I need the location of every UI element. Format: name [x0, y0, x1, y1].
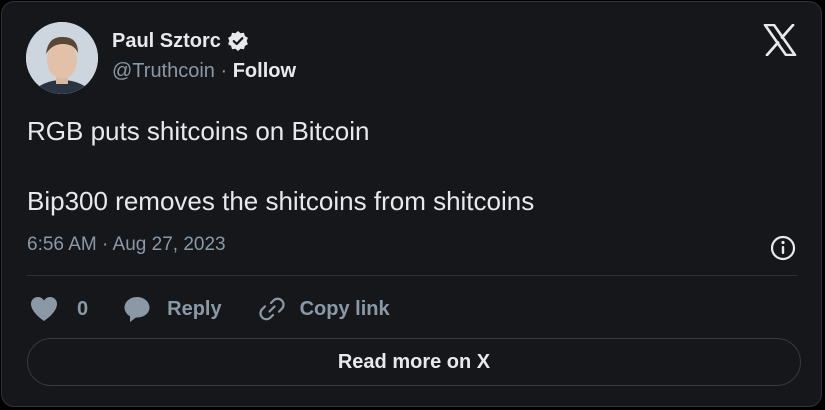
read-more-button[interactable]: Read more on X — [27, 338, 801, 386]
tweet-timestamp[interactable]: 6:56 AM · Aug 27, 2023 — [27, 233, 226, 257]
tweet-text: RGB puts shitcoins on Bitcoin Bip300 rem… — [27, 114, 534, 219]
like-button[interactable]: 0 — [29, 295, 88, 323]
reply-button[interactable]: Reply — [123, 295, 222, 323]
copy-link-label: Copy link — [299, 297, 390, 320]
tweet-card: Paul Sztorc @Truthcoin · Follow RGB puts… — [1, 1, 822, 407]
copy-link-button[interactable]: Copy link — [258, 295, 390, 323]
author-name[interactable]: Paul Sztorc — [112, 29, 221, 53]
like-count: 0 — [77, 297, 89, 320]
author-handle[interactable]: @Truthcoin — [112, 60, 215, 82]
reply-bubble-icon — [124, 297, 150, 322]
reply-label: Reply — [167, 297, 222, 320]
action-bar: 0 Reply Copy link — [29, 294, 390, 324]
heart-icon — [31, 297, 57, 321]
x-logo-icon[interactable] — [763, 23, 797, 57]
author-name-row: Paul Sztorc — [112, 29, 249, 53]
avatar[interactable] — [26, 22, 98, 94]
info-icon[interactable] — [769, 234, 797, 262]
divider — [27, 275, 797, 276]
tweet-line-2: Bip300 removes the shitcoins from shitco… — [27, 186, 535, 216]
tweet-line-1: RGB puts shitcoins on Bitcoin — [27, 116, 370, 146]
handle-separator: · — [214, 60, 233, 82]
verified-badge-icon — [227, 30, 249, 52]
follow-button[interactable]: Follow — [233, 60, 296, 82]
author-handle-row: @Truthcoin · Follow — [112, 59, 296, 83]
link-icon — [258, 297, 285, 321]
avatar-photo — [26, 22, 98, 94]
